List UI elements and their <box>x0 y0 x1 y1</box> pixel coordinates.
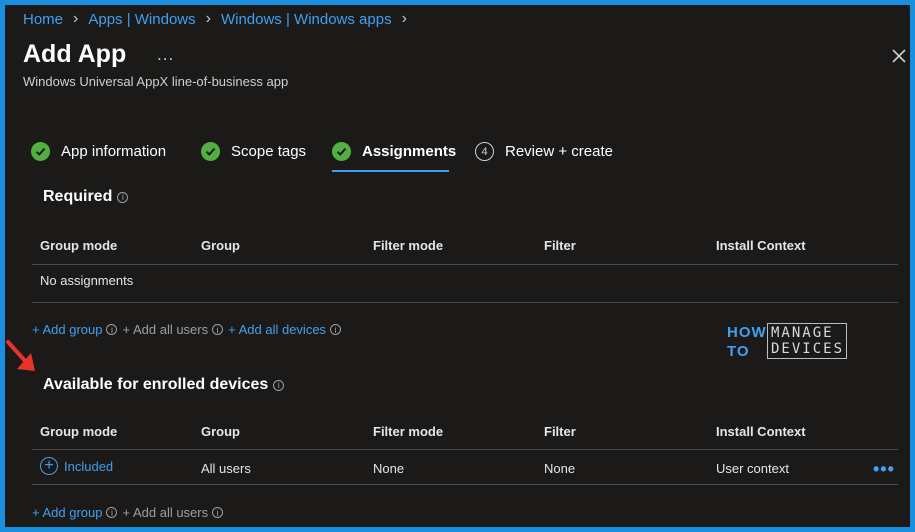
required-col-group-mode: Group mode <box>40 238 118 253</box>
divider <box>32 264 898 265</box>
more-options-button[interactable]: ... <box>157 45 174 65</box>
breadcrumb-home[interactable]: Home <box>23 11 63 28</box>
step-label: Review + create <box>505 143 613 160</box>
info-icon[interactable]: i <box>106 507 118 518</box>
available-col-group: Group <box>201 424 240 439</box>
step-label: Scope tags <box>231 143 307 160</box>
close-icon <box>892 49 906 63</box>
row-more-button[interactable]: ••• <box>873 459 895 480</box>
add-all-users-link: + Add all users <box>122 322 209 337</box>
app-window: Home › Apps | Windows › Windows | Window… <box>5 5 910 527</box>
available-col-install-context: Install Context <box>716 424 806 439</box>
add-group-link[interactable]: + Add group <box>32 322 102 337</box>
info-icon[interactable]: i <box>117 191 129 203</box>
install-context-link[interactable]: User context <box>716 461 789 476</box>
add-circle-icon: + <box>40 457 58 475</box>
group-mode-value[interactable]: Included <box>64 459 113 474</box>
step-number-icon: 4 <box>475 142 494 161</box>
filter-link[interactable]: None <box>544 461 575 476</box>
logo-text-how: HOW <box>727 324 767 341</box>
step-scope-tags[interactable]: Scope tags <box>201 142 306 161</box>
available-title-text: Available for enrolled devices <box>43 376 269 393</box>
required-section-title: Required i <box>43 188 129 206</box>
logo-text-to: TO <box>727 343 750 360</box>
step-review-create[interactable]: 4 Review + create <box>475 142 613 161</box>
step-assignments[interactable]: Assignments <box>332 142 456 161</box>
available-actions: + Add group i + Add all users i <box>32 505 228 520</box>
divider <box>32 484 898 485</box>
required-col-install-context: Install Context <box>716 238 806 253</box>
divider <box>32 302 898 303</box>
checkmark-icon <box>332 142 351 161</box>
page-title: Add App <box>23 40 127 68</box>
available-col-group-mode: Group mode <box>40 424 118 439</box>
breadcrumb: Home › Apps | Windows › Windows | Window… <box>23 10 417 28</box>
required-col-filter: Filter <box>544 238 576 253</box>
active-step-indicator <box>332 170 449 172</box>
required-col-group: Group <box>201 238 240 253</box>
info-icon[interactable]: i <box>330 324 342 335</box>
red-arrow-icon <box>6 340 35 371</box>
add-all-devices-link[interactable]: + Add all devices <box>228 322 326 337</box>
filter-mode-link[interactable]: None <box>373 461 404 476</box>
checkmark-icon <box>31 142 50 161</box>
available-section-title: Available for enrolled devices i <box>43 376 285 394</box>
logo-text-manage: MANAGE <box>771 325 834 341</box>
step-label: App information <box>61 143 167 160</box>
required-title-text: Required <box>43 188 113 205</box>
chevron-right-icon: › <box>401 10 407 27</box>
step-label: Assignments <box>362 143 457 160</box>
add-group-link[interactable]: + Add group <box>32 505 102 520</box>
watermark-logo: HOW TO MANAGE DEVICES <box>727 321 851 363</box>
divider <box>32 449 898 450</box>
breadcrumb-windows-apps[interactable]: Windows | Windows apps <box>221 11 392 28</box>
available-col-filter: Filter <box>544 424 576 439</box>
step-app-information[interactable]: App information <box>31 142 166 161</box>
breadcrumb-apps-windows[interactable]: Apps | Windows <box>88 11 195 28</box>
add-all-users-link: + Add all users <box>122 505 209 520</box>
required-actions: + Add group i + Add all users i + Add al… <box>32 322 346 337</box>
info-icon[interactable]: i <box>212 324 224 335</box>
info-icon[interactable]: i <box>273 379 285 391</box>
table-row-group-mode[interactable]: + Included <box>40 457 113 475</box>
required-col-filter-mode: Filter mode <box>373 238 444 253</box>
required-empty-text: No assignments <box>40 273 134 288</box>
checkmark-icon <box>201 142 220 161</box>
table-row-group: All users <box>201 461 251 476</box>
info-icon[interactable]: i <box>106 324 118 335</box>
close-button[interactable] <box>890 47 908 65</box>
logo-text-devices: DEVICES <box>771 341 845 357</box>
info-icon[interactable]: i <box>212 507 224 518</box>
chevron-right-icon: › <box>205 10 211 27</box>
available-col-filter-mode: Filter mode <box>373 424 444 439</box>
chevron-right-icon: › <box>73 10 79 27</box>
page-subtitle: Windows Universal AppX line-of-business … <box>23 74 289 89</box>
